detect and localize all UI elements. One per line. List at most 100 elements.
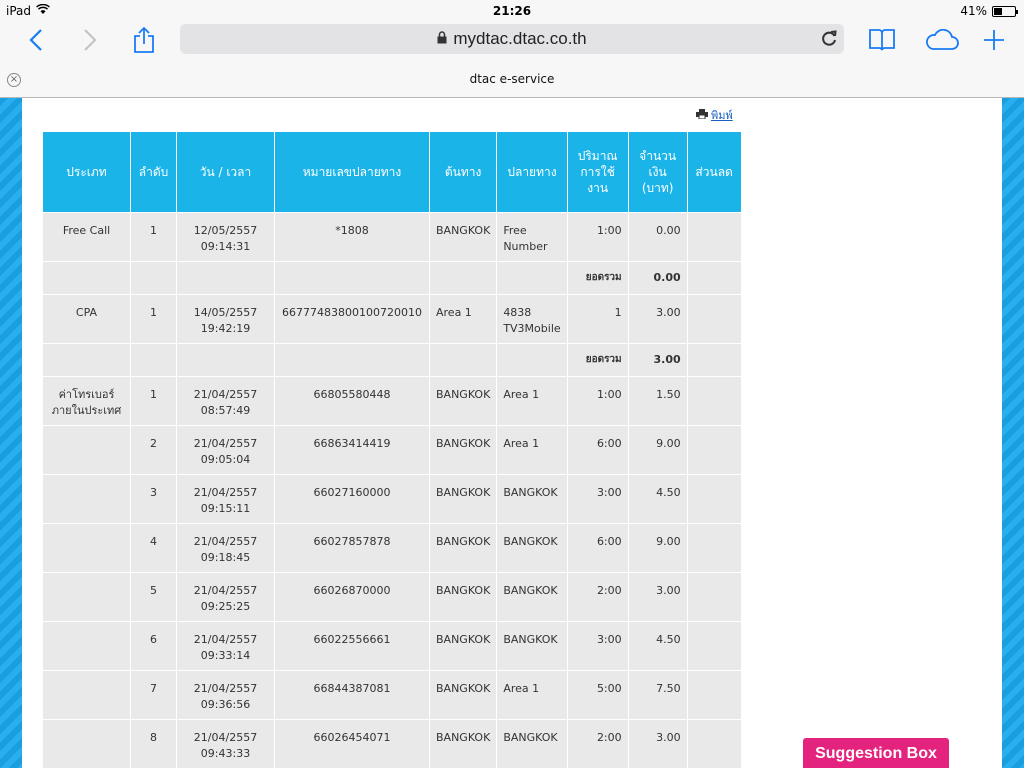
reload-icon[interactable] [820,28,838,53]
table-row: 4 21/04/2557 09:18:45 66027857878 BANGKOK BA… [42,523,742,573]
column-header: ส่วนลด [686,131,742,213]
empty-cell [176,343,275,377]
table-cell: *1808 [274,212,430,262]
table-cell: 1.50 [627,376,688,426]
table-cell: 1 [130,376,177,426]
table-cell: 1:00 [566,376,629,426]
table-row: Free Call 1 12/05/2557 09:14:31 *1808 BANGKO… [42,212,742,262]
table-cell: 7 [130,670,177,720]
table-cell: CPA [42,294,131,344]
table-cell: 2:00 [566,572,629,622]
table-cell: 7.50 [627,670,688,720]
table-cell [42,425,131,475]
table-cell: 14/05/2557 19:42:19 [176,294,275,344]
table-cell [42,670,131,720]
print-link[interactable]: พิมพ์ [696,106,733,124]
table-cell: 0.00 [627,212,688,262]
chevron-right-icon[interactable] [74,24,106,56]
share-icon[interactable] [128,24,160,56]
table-cell: 1 [566,294,629,344]
column-header: ปลายทาง [496,131,568,213]
status-bar: iPad 21:26 41% [0,0,1024,22]
empty-cell [496,343,568,377]
table-cell: 1 [130,212,177,262]
table-cell: 21/04/2557 09:18:45 [176,523,275,573]
table-cell: 66026870000 [274,572,430,622]
table-cell: BANGKOK [428,670,498,720]
table-cell [686,621,742,671]
plus-icon[interactable] [978,24,1010,56]
table-cell: 3.00 [627,294,688,344]
background-stripe-right [1002,98,1024,768]
table-cell: Area 1 [428,294,498,344]
table-cell [42,719,131,768]
empty-cell [130,343,177,377]
table-row: 6 21/04/2557 09:33:14 66022556661 BANGKOK BA… [42,621,742,671]
empty-cell [428,261,498,295]
table-row: 7 21/04/2557 09:36:56 66844387081 BANGKOK Ar… [42,670,742,720]
table-cell: ค่าโทรเบอร์ ภายในประเทศ [42,376,131,426]
column-header: ประเภท [42,131,131,213]
table-cell: 3 [130,474,177,524]
table-cell [686,719,742,768]
empty-cell [274,343,430,377]
address-bar[interactable]: mydtac.dtac.co.th [180,24,844,54]
table-cell: BANGKOK [428,719,498,768]
empty-cell [42,343,131,377]
table-cell: 66026454071 [274,719,430,768]
table-cell: Free Number [496,212,568,262]
tab-strip: × dtac e-service [0,58,1024,98]
cloud-icon[interactable] [922,24,962,56]
table-cell: Area 1 [496,376,568,426]
table-row: 5 21/04/2557 09:25:25 66026870000 BANGKOK BA… [42,572,742,622]
battery-percent: 41% [960,4,987,18]
empty-cell [686,343,742,377]
table-cell: 66027160000 [274,474,430,524]
table-cell [686,474,742,524]
table-cell: 21/04/2557 09:33:14 [176,621,275,671]
table-cell: BANGKOK [428,474,498,524]
book-icon[interactable] [866,24,898,56]
table-cell: BANGKOK [496,572,568,622]
table-cell: 9.00 [627,523,688,573]
empty-cell [176,261,275,295]
suggestion-box-button[interactable]: Suggestion Box [803,738,949,768]
column-header: ลำดับ [130,131,177,213]
column-header: วัน / เวลา [176,131,275,213]
table-cell [686,212,742,262]
table-cell: 5 [130,572,177,622]
table-cell: 66022556661 [274,621,430,671]
table-cell: 6:00 [566,523,629,573]
table-cell [686,523,742,573]
table-cell: 21/04/2557 09:05:04 [176,425,275,475]
chevron-left-icon[interactable] [20,24,52,56]
table-cell: 4.50 [627,621,688,671]
table-cell: 21/04/2557 09:43:33 [176,719,275,768]
table-cell: 4.50 [627,474,688,524]
table-cell: 3.00 [627,572,688,622]
subtotal-value: 3.00 [627,343,688,377]
table-cell [42,474,131,524]
subtotal-label: ยอดรวม [566,343,629,377]
table-cell: BANGKOK [428,572,498,622]
url-text: mydtac.dtac.co.th [453,29,587,48]
table-cell: 66777483800100720010 [274,294,430,344]
table-cell: BANGKOK [428,621,498,671]
empty-cell [428,343,498,377]
subtotal-value: 0.00 [627,261,688,295]
tab-title[interactable]: dtac e-service [0,72,1024,86]
table-cell: 21/04/2557 08:57:49 [176,376,275,426]
background-stripe-left [0,98,22,768]
empty-cell [42,261,131,295]
table-row: CPA 1 14/05/2557 19:42:19 66777483800100720… [42,294,742,344]
table-cell: Free Call [42,212,131,262]
browser-toolbar: mydtac.dtac.co.th [0,22,1024,58]
table-cell: BANGKOK [428,425,498,475]
clock: 21:26 [492,4,532,18]
table-cell: 6 [130,621,177,671]
table-cell: 9.00 [627,425,688,475]
column-header: จำนวน เงิน (บาท) [627,131,688,213]
table-cell: 3.00 [627,719,688,768]
empty-cell [686,261,742,295]
table-cell: Area 1 [496,425,568,475]
